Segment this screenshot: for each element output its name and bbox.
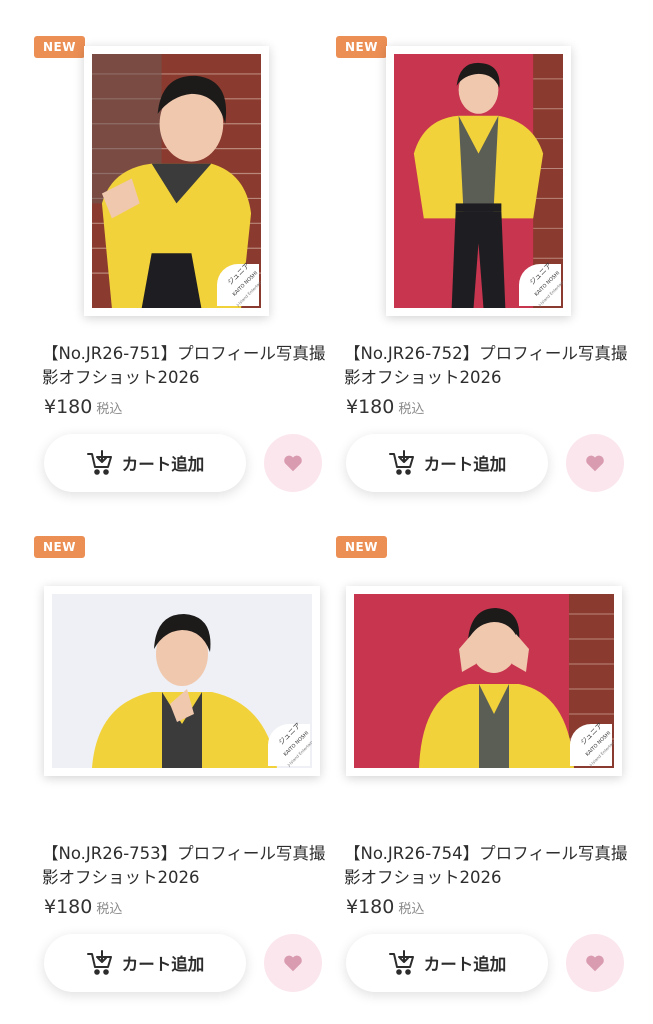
new-badge: NEW: [336, 536, 387, 558]
new-badge: NEW: [34, 536, 85, 558]
cart-icon: [388, 450, 414, 475]
heart-icon: [284, 955, 302, 972]
favorite-button[interactable]: [566, 934, 624, 992]
product-title[interactable]: 【No.JR26-754】プロフィール写真撮影オフショット2026: [344, 842, 636, 890]
tax-label: 税込: [96, 902, 123, 917]
product-card[interactable]: NEW ジュニア KAITO NOSHI J-Island Entertainm…: [34, 536, 334, 996]
watermark-stamp: ジュニア KAITO NOSHI J-Island Entertainment: [570, 721, 614, 767]
price-row: ¥180 税込: [44, 896, 122, 918]
product-price: ¥180: [346, 396, 395, 418]
favorite-button[interactable]: [264, 434, 322, 492]
heart-icon: [284, 455, 302, 472]
favorite-button[interactable]: [264, 934, 322, 992]
heart-icon: [586, 955, 604, 972]
watermark-stamp: ジュニア KAITO NOSHI J-Island Entertainment: [519, 261, 563, 307]
product-photo[interactable]: ジュニア KAITO NOSHI J-Island Entertainment: [346, 586, 622, 776]
tax-label: 税込: [398, 402, 425, 417]
price-row: ¥180 税込: [346, 896, 424, 918]
price-row: ¥180 税込: [346, 396, 424, 418]
product-title[interactable]: 【No.JR26-752】プロフィール写真撮影オフショット2026: [344, 342, 636, 390]
product-card[interactable]: NEW ジュニア KAITO NOSHI J-Island Entertainm…: [336, 36, 636, 496]
add-to-cart-button[interactable]: カート追加: [346, 934, 548, 992]
product-card[interactable]: NEW ジュニア KAITO NOSHI J-Island Entertainm…: [336, 536, 636, 996]
tax-label: 税込: [96, 402, 123, 417]
cart-button-label: カート追加: [423, 455, 507, 474]
product-title[interactable]: 【No.JR26-753】プロフィール写真撮影オフショット2026: [42, 842, 334, 890]
tax-label: 税込: [398, 902, 425, 917]
heart-icon: [586, 455, 604, 472]
watermark-stamp: ジュニア KAITO NOSHI J-Island Entertainment: [217, 261, 261, 307]
price-row: ¥180 税込: [44, 396, 122, 418]
watermark-stamp: ジュニア KAITO NOSHI J-Island Entertainment: [268, 721, 312, 767]
product-photo[interactable]: ジュニア KAITO NOSHI J-Island Entertainment: [84, 46, 269, 316]
new-badge: NEW: [336, 36, 387, 58]
cart-icon: [86, 450, 112, 475]
product-photo[interactable]: ジュニア KAITO NOSHI J-Island Entertainment: [386, 46, 571, 316]
add-to-cart-button[interactable]: カート追加: [44, 434, 246, 492]
product-photo[interactable]: ジュニア KAITO NOSHI J-Island Entertainment: [44, 586, 320, 776]
new-badge: NEW: [34, 36, 85, 58]
cart-icon: [86, 950, 112, 975]
product-price: ¥180: [44, 896, 93, 918]
cart-button-label: カート追加: [121, 455, 205, 474]
cart-icon: [388, 950, 414, 975]
product-card[interactable]: NEW ジュニア KAITO NOSHI J-Island Entertainm…: [34, 36, 334, 496]
product-price: ¥180: [346, 896, 395, 918]
product-title[interactable]: 【No.JR26-751】プロフィール写真撮影オフショット2026: [42, 342, 334, 390]
cart-button-label: カート追加: [121, 955, 205, 974]
cart-button-label: カート追加: [423, 955, 507, 974]
favorite-button[interactable]: [566, 434, 624, 492]
product-price: ¥180: [44, 396, 93, 418]
add-to-cart-button[interactable]: カート追加: [346, 434, 548, 492]
add-to-cart-button[interactable]: カート追加: [44, 934, 246, 992]
